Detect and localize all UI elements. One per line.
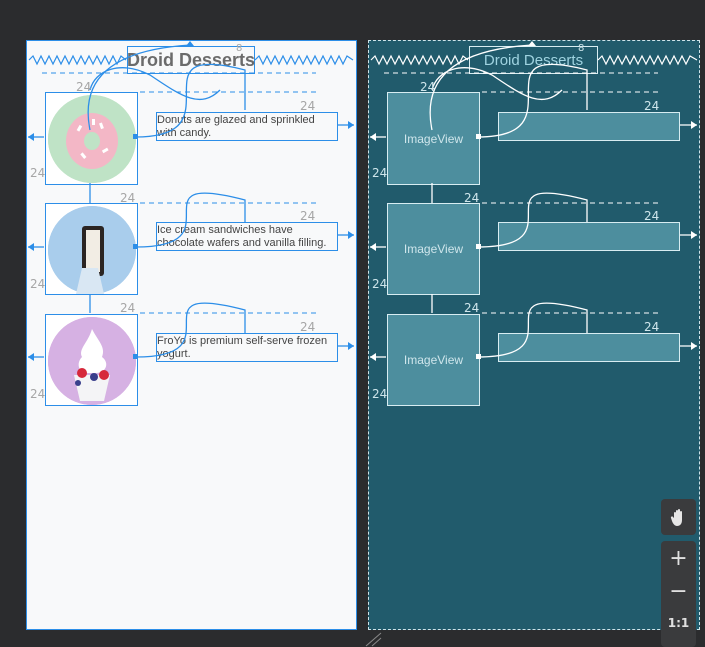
margin-label: 24 <box>420 80 435 94</box>
margin-label: 24 <box>372 277 387 291</box>
design-margin-labels: 24 24 24 24 24 24 24 24 24 8 <box>30 43 315 401</box>
zoom-controls: + − 1:1 <box>661 541 696 647</box>
margin-label: 8 <box>578 43 584 54</box>
margin-label: 24 <box>372 166 387 180</box>
blueprint-margin-labels: 24 24 24 24 24 24 24 24 24 8 <box>372 43 659 401</box>
margin-label: 24 <box>644 99 659 113</box>
pan-button[interactable] <box>661 499 696 535</box>
margin-label: 24 <box>300 320 315 334</box>
margin-label: 24 <box>120 301 135 315</box>
margin-label: 24 <box>76 80 91 94</box>
design-guidelines <box>42 72 316 314</box>
margin-label: 24 <box>300 99 315 113</box>
margin-label: 24 <box>30 277 45 291</box>
hand-icon <box>670 509 682 526</box>
margin-label: 24 <box>300 209 315 223</box>
margin-label: 24 <box>464 301 479 315</box>
margin-label: 8 <box>236 43 242 54</box>
design-title-springs <box>28 54 354 66</box>
margin-label: 24 <box>372 387 387 401</box>
minus-icon: − <box>669 578 688 604</box>
margin-label: 24 <box>644 320 659 334</box>
constraints-overlay: 24 24 24 24 24 24 24 24 24 8 24 24 24 24… <box>28 41 698 647</box>
zoom-in-button[interactable]: + <box>669 541 687 575</box>
plus-icon: + <box>669 545 688 571</box>
zoom-out-button[interactable]: − <box>669 575 687 607</box>
margin-label: 24 <box>644 209 659 223</box>
margin-label: 24 <box>30 166 45 180</box>
margin-label: 24 <box>120 191 135 205</box>
margin-label: 24 <box>464 191 479 205</box>
margin-label: 24 <box>30 387 45 401</box>
blueprint-guidelines <box>384 72 658 314</box>
blueprint-title-springs <box>370 54 698 66</box>
resize-handle-icon <box>365 632 382 647</box>
zoom-fit-button[interactable]: 1:1 <box>668 607 690 639</box>
